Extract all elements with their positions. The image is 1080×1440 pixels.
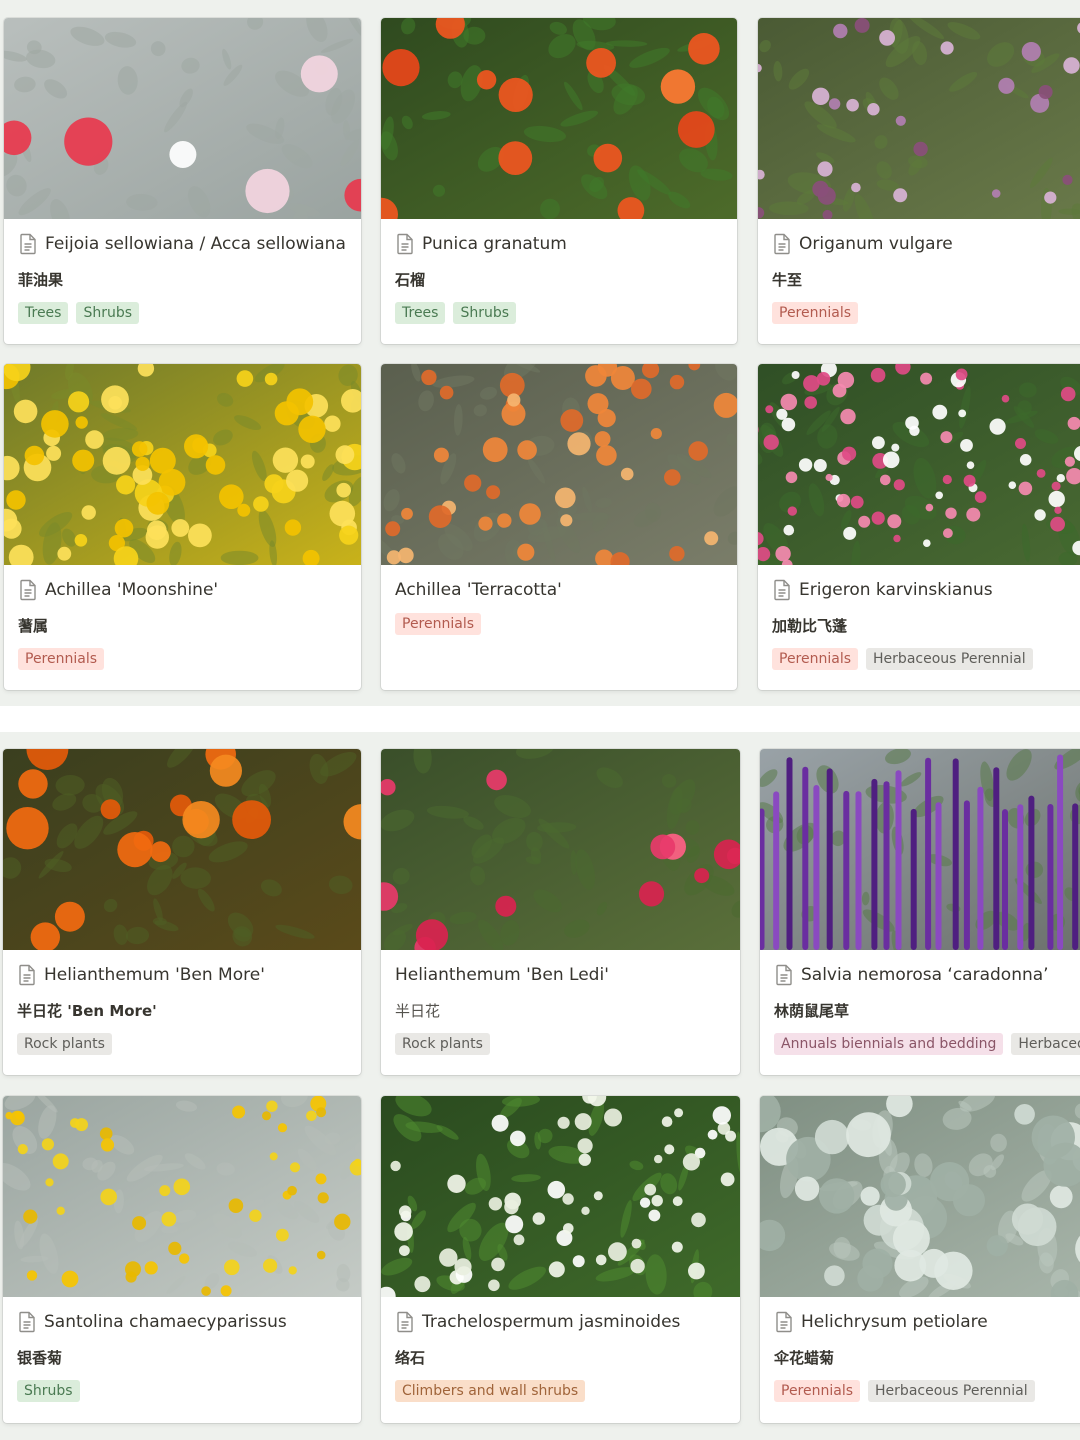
card-tags: Climbers and wall shrubs [395, 1380, 740, 1402]
card-tags: Rock plants [17, 1033, 361, 1055]
card-chinese-name: 菲油果 [18, 271, 64, 289]
card-title[interactable]: Erigeron karvinskianus [772, 578, 1080, 602]
category-tag: Herbaceous Perennial [868, 1380, 1035, 1402]
card-chinese-name: 伞花蜡菊 [774, 1349, 835, 1367]
page-icon [20, 233, 36, 255]
page-icon [20, 579, 36, 601]
card-chinese-name: 石榴 [395, 271, 426, 289]
card-title-text: Punica granatum [422, 234, 567, 254]
card-title[interactable]: Salvia nemorosa ‘caradonna’ [774, 963, 1080, 987]
category-tag: Perennials [772, 648, 859, 670]
page-icon [19, 964, 35, 986]
card-cover-image [381, 364, 737, 565]
gallery-card[interactable]: Helichrysum petiolare 伞花蜡菊 Perennials Herba… [760, 1096, 1080, 1423]
card-title[interactable]: Achillea 'Moonshine' [18, 578, 351, 602]
category-tag: Trees [18, 302, 69, 324]
card-title[interactable]: Helianthemum 'Ben Ledi' [395, 963, 730, 987]
card-cover-image [381, 18, 737, 219]
card-tags: Perennials [772, 302, 1080, 324]
card-cover-image [758, 18, 1080, 219]
category-tag: Perennials [395, 613, 482, 635]
card-title-text: Helichrysum petiolare [801, 1312, 988, 1332]
section-divider [0, 706, 1080, 732]
category-tag: Annuals biennials and bedding [774, 1033, 1004, 1055]
card-title-text: Feijoia sellowiana / Acca sellowiana [45, 234, 346, 254]
card-cover-image [3, 749, 361, 950]
card-title-text: Erigeron karvinskianus [799, 580, 993, 600]
category-tag: Perennials [18, 648, 105, 670]
category-tag: Perennials [772, 302, 859, 324]
page-icon [774, 233, 790, 255]
card-chinese-name: 牛至 [772, 271, 803, 289]
gallery-card[interactable]: Feijoia sellowiana / Acca sellowiana 菲油果 T… [4, 18, 361, 344]
gallery-card[interactable]: Santolina chamaecyparissus 银香菊 Shrubs [3, 1096, 361, 1423]
gallery-card[interactable]: Achillea 'Moonshine' 蓍属 Perennials [4, 364, 361, 690]
card-tags: Rock plants [395, 1033, 740, 1055]
card-title[interactable]: Santolina chamaecyparissus [17, 1310, 351, 1334]
card-title-text: Salvia nemorosa ‘caradonna’ [801, 965, 1049, 985]
card-title-text: Origanum vulgare [799, 234, 953, 254]
card-tags: Perennials Herbaceous Perennial [774, 1380, 1080, 1402]
card-tags: Trees Shrubs [395, 302, 737, 324]
card-chinese-name: 银香菊 [17, 1349, 63, 1367]
page-icon [776, 964, 792, 986]
gallery-card[interactable]: Helianthemum 'Ben Ledi' 半日花 Rock plants [381, 749, 740, 1075]
category-tag: Herbaceous Perennial [866, 648, 1033, 670]
card-title[interactable]: Achillea 'Terracotta' [395, 578, 727, 602]
category-tag: Perennials [774, 1380, 861, 1402]
category-tag: Rock plants [17, 1033, 112, 1055]
gallery-card[interactable]: Helianthemum 'Ben More' 半日花 'Ben More' Roc… [3, 749, 361, 1075]
card-title[interactable]: Punica granatum [395, 232, 727, 256]
gallery-card[interactable]: Achillea 'Terracotta' Perennials [381, 364, 737, 690]
gallery-card[interactable]: Erigeron karvinskianus 加勒比飞蓬 Perennials Her… [758, 364, 1080, 690]
card-title[interactable]: Origanum vulgare [772, 232, 1080, 256]
gallery-card[interactable]: Origanum vulgare 牛至 Perennials [758, 18, 1080, 344]
card-title[interactable]: Feijoia sellowiana / Acca sellowiana [18, 232, 351, 256]
category-tag: Shrubs [17, 1380, 80, 1402]
card-cover-image [381, 749, 740, 950]
card-tags: Trees Shrubs [18, 302, 361, 324]
page-icon [776, 1311, 792, 1333]
card-cover-image [4, 364, 361, 565]
card-cover-image [758, 364, 1080, 565]
card-tags: Perennials Herbaceous Perennial [772, 648, 1080, 670]
gallery-card[interactable]: Salvia nemorosa ‘caradonna’ 林荫鼠尾草 Annuals … [760, 749, 1080, 1075]
card-chinese-name: 加勒比飞蓬 [772, 617, 848, 635]
card-title[interactable]: Helichrysum petiolare [774, 1310, 1080, 1334]
card-title[interactable]: Helianthemum 'Ben More' [17, 963, 351, 987]
category-tag: Trees [395, 302, 446, 324]
card-title[interactable]: Trachelospermum jasminoides [395, 1310, 730, 1334]
card-cover-image [4, 18, 361, 219]
card-chinese-name: 半日花 'Ben More' [17, 1002, 157, 1020]
card-tags: Annuals biennials and bedding Herbaceous … [774, 1033, 1080, 1055]
card-chinese-name: 林荫鼠尾草 [774, 1002, 850, 1020]
card-title-text: Trachelospermum jasminoides [422, 1312, 681, 1332]
category-tag: Shrubs [453, 302, 517, 324]
card-tags: Shrubs [17, 1380, 361, 1402]
category-tag: Shrubs [76, 302, 140, 324]
card-cover-image [760, 1096, 1080, 1297]
card-chinese-name: 半日花 [395, 1002, 441, 1020]
card-cover-image [3, 1096, 361, 1297]
card-title-text: Achillea 'Moonshine' [45, 580, 219, 600]
gallery-card[interactable]: Punica granatum 石榴 Trees Shrubs [381, 18, 737, 344]
gallery-card[interactable]: Trachelospermum jasminoides 络石 Climbers an… [381, 1096, 740, 1423]
page-icon [774, 579, 790, 601]
page-icon [397, 233, 413, 255]
card-title-text: Helianthemum 'Ben More' [44, 965, 265, 985]
card-cover-image [381, 1096, 740, 1297]
card-tags: Perennials [395, 613, 737, 635]
card-title-text: Santolina chamaecyparissus [44, 1312, 287, 1332]
card-chinese-name: 络石 [395, 1349, 426, 1367]
card-title-text: Achillea 'Terracotta' [395, 580, 562, 600]
card-tags: Perennials [18, 648, 361, 670]
card-cover-image [760, 749, 1080, 950]
page-icon [19, 1311, 35, 1333]
card-chinese-name: 蓍属 [18, 617, 49, 635]
category-tag: Climbers and wall shrubs [395, 1380, 586, 1402]
card-title-text: Helianthemum 'Ben Ledi' [395, 965, 609, 985]
page-icon [397, 1311, 413, 1333]
category-tag: Herbaceous Perennial [1011, 1033, 1080, 1055]
category-tag: Rock plants [395, 1033, 490, 1055]
